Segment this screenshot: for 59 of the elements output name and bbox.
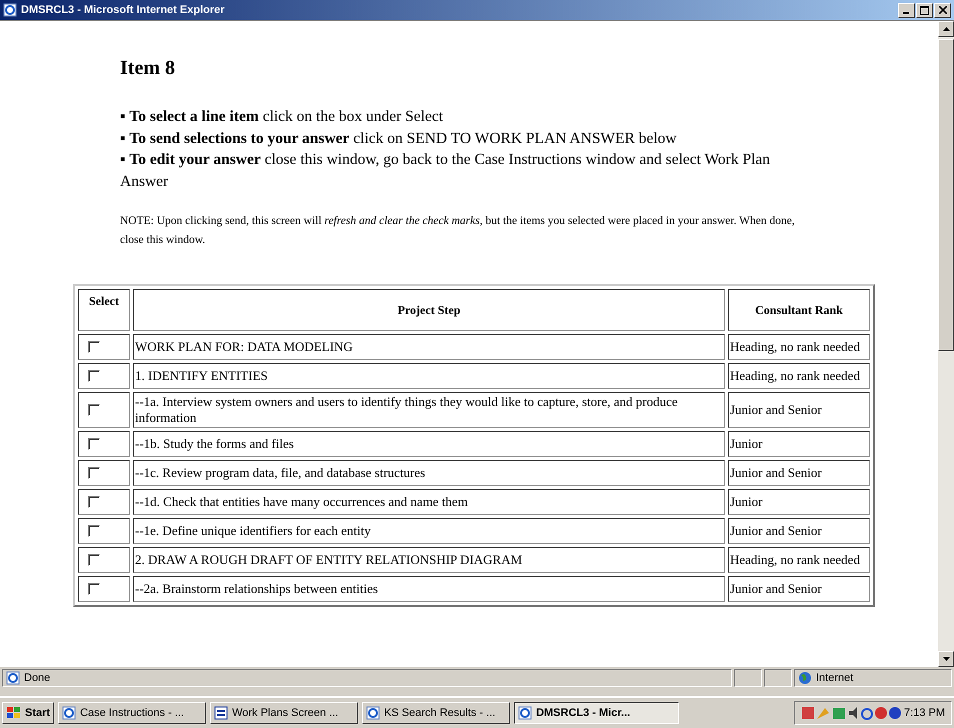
table-cell: 2. DRAW A ROUGH DRAFT OF ENTITY RELATIONSHIP DIAGRAM bbox=[133, 547, 725, 573]
note-text: NOTE: Upon clicking send, this screen will refresh and clear the check marks, but the items you selected were placed in your answer. When done, close this window. bbox=[120, 214, 796, 248]
taskbar-button[interactable]: KS Search Results - ... bbox=[362, 702, 510, 724]
table-cell: --2a. Brainstorm relationships between entities bbox=[133, 576, 725, 602]
scroll-thumb[interactable] bbox=[938, 39, 954, 351]
browser-page-icon bbox=[6, 671, 20, 685]
windows-logo-icon bbox=[6, 706, 22, 720]
column-header: Select bbox=[78, 289, 130, 331]
table-cell: Junior bbox=[728, 489, 870, 515]
table-cell: Heading, no rank needed bbox=[728, 547, 870, 573]
browser-page-icon bbox=[366, 706, 380, 720]
taskbar-button[interactable]: Case Instructions - ... bbox=[58, 702, 206, 724]
table-cell: --1a. Interview system owners and users to identify things they would like to capture, store, and produce information bbox=[133, 392, 725, 428]
table-cell: WORK PLAN FOR: DATA MODELING bbox=[133, 334, 725, 360]
globe-icon bbox=[798, 671, 812, 685]
maximize-icon bbox=[920, 6, 929, 14]
bullet-mark: ▪ bbox=[120, 151, 126, 168]
close-icon bbox=[938, 6, 946, 14]
table-cell: --1e. Define unique identifiers for each entity bbox=[133, 518, 725, 544]
window-title: DMSRCL3 - Microsoft Internet Explorer bbox=[21, 4, 226, 16]
table-cell: Junior and Senior bbox=[728, 518, 870, 544]
table-cell: Junior bbox=[728, 431, 870, 457]
start-button[interactable]: Start bbox=[2, 702, 54, 724]
browser-page-icon bbox=[62, 706, 76, 720]
down-arrow-icon bbox=[942, 657, 950, 661]
maximize-button[interactable] bbox=[916, 2, 933, 18]
instruction-item: ▪ To select a line item click on the box under Select bbox=[120, 107, 444, 127]
table-cell: --1b. Study the forms and files bbox=[133, 431, 725, 457]
table-cell: Heading, no rank needed bbox=[728, 363, 870, 389]
instruction-item: ▪ To send selections to your answer click on SEND TO WORK PLAN ANSWER below bbox=[120, 128, 678, 148]
browser-page-icon bbox=[3, 3, 17, 17]
table-cell: Junior and Senior bbox=[728, 460, 870, 486]
instruction-item: ▪ To edit your answer close this window, go back to the Case Instructions window and select Work Plan Answer bbox=[120, 150, 772, 192]
minimize-button[interactable] bbox=[898, 2, 915, 18]
bullet-mark: ▪ bbox=[120, 130, 126, 146]
scroll-up-button[interactable] bbox=[938, 21, 954, 37]
scrollbar[interactable] bbox=[938, 21, 954, 667]
zone-text: Internet bbox=[816, 672, 854, 684]
scroll-down-button[interactable] bbox=[938, 651, 954, 667]
column-header: Project Step bbox=[133, 289, 725, 331]
table-cell: 1. IDENTIFY ENTITIES bbox=[133, 363, 725, 389]
status-pane bbox=[764, 669, 792, 687]
taskbar-button[interactable]: Work Plans Screen ... bbox=[210, 702, 358, 724]
clock-text: 7:13 PM bbox=[904, 707, 945, 719]
status-text: Done bbox=[24, 672, 50, 684]
document-icon bbox=[214, 706, 228, 720]
table-cell: Junior and Senior bbox=[728, 392, 870, 428]
column-header: Consultant Rank bbox=[728, 289, 870, 331]
table-cell: Junior and Senior bbox=[728, 576, 870, 602]
bullet-mark: ▪ bbox=[120, 108, 126, 125]
close-button[interactable] bbox=[934, 2, 951, 18]
taskbar-button[interactable]: DMSRCL3 - Micr... bbox=[514, 702, 680, 724]
up-arrow-icon bbox=[942, 27, 950, 31]
table-cell: Heading, no rank needed bbox=[728, 334, 870, 360]
page-heading: Item 8 bbox=[120, 57, 176, 80]
browser-page-icon bbox=[518, 706, 532, 720]
table-cell: --1d. Check that entities have many occurrences and name them bbox=[133, 489, 725, 515]
table-cell: --1c. Review program data, file, and database structures bbox=[133, 460, 725, 486]
status-pane bbox=[734, 669, 762, 687]
